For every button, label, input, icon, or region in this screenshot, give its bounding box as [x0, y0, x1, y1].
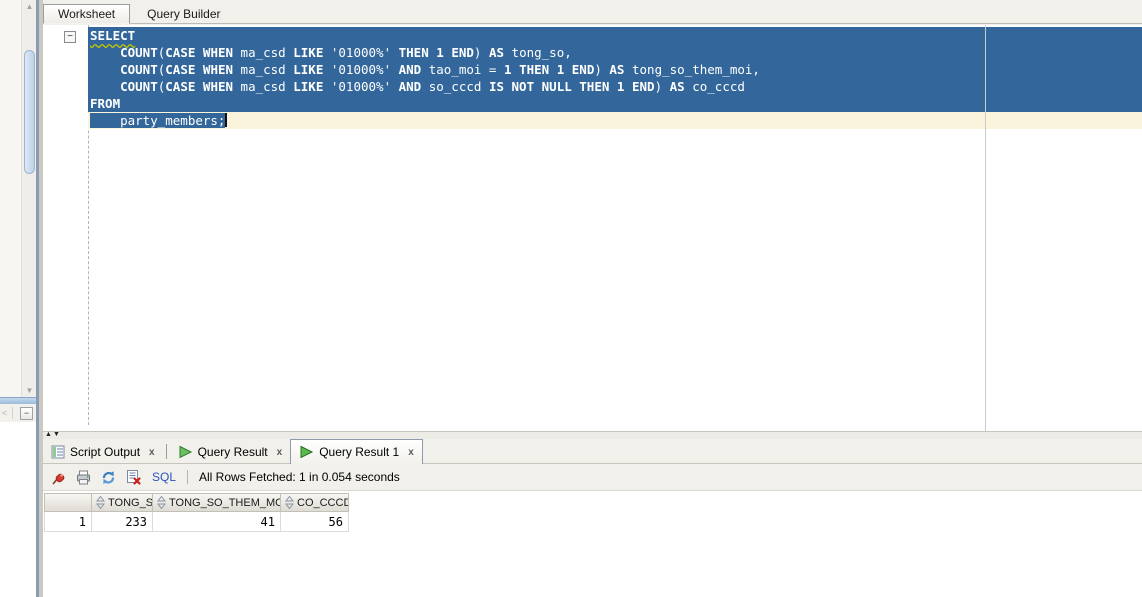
clear-script-icon[interactable] — [125, 469, 142, 486]
sql-line-3[interactable]: COUNT(CASE WHEN ma_csd LIKE '01000%' AND… — [88, 61, 1142, 78]
left-panel-splitter[interactable] — [0, 397, 36, 404]
sql-code-area[interactable]: SELECT COUNT(CASE WHEN ma_csd LIKE '0100… — [43, 27, 1142, 129]
query-result-icon — [300, 445, 314, 459]
results-panel: Script Output x Query Result x Query Res… — [43, 439, 1142, 597]
grid-body: 1 233 41 56 — [44, 512, 1142, 532]
scroll-down-icon[interactable]: ▼ — [22, 384, 37, 397]
sql-button[interactable]: SQL — [152, 470, 176, 484]
cell-tong_so[interactable]: 233 — [92, 512, 153, 532]
results-toolbar: SQL All Rows Fetched: 1 in 0.054 seconds — [43, 464, 1142, 491]
text-caret — [225, 113, 228, 127]
rows-fetched-status: All Rows Fetched: 1 in 0.054 seconds — [199, 470, 400, 484]
column-header-tong_so_them_moi[interactable]: TONG_SO_THEM_MOI — [153, 493, 281, 512]
column-header-tong_so[interactable]: TONG_SO — [92, 493, 153, 512]
pin-icon[interactable] — [50, 469, 67, 486]
scroll-up-icon[interactable]: ▲ — [22, 0, 37, 13]
row-number-cell[interactable]: 1 — [44, 512, 92, 532]
column-header-co_cccd[interactable]: CO_CCCD — [281, 493, 349, 512]
print-icon[interactable] — [75, 469, 92, 486]
scrollbar-thumb[interactable] — [24, 50, 35, 174]
sql-line-4[interactable]: COUNT(CASE WHEN ma_csd LIKE '01000%' AND… — [88, 78, 1142, 95]
worksheet-tabbar: Worksheet Query Builder — [43, 0, 1142, 24]
tab-label: Query Result 1 — [319, 445, 400, 459]
worksheet-pane: Worksheet Query Builder − SELECT COUNT(C… — [43, 0, 1142, 597]
refresh-icon[interactable] — [100, 469, 117, 486]
tab-query-result-1[interactable]: Query Result 1 x — [290, 439, 423, 464]
right-margin-guide — [985, 25, 986, 431]
results-tabbar: Script Output x Query Result x Query Res… — [43, 439, 1142, 464]
column-header-label: TONG_SO_THEM_MOI — [169, 496, 281, 509]
left-vertical-scrollbar[interactable]: ▲ ▼ — [21, 0, 36, 397]
sort-icon[interactable] — [285, 496, 294, 509]
tab-script-output[interactable]: Script Output x — [43, 441, 163, 463]
sql-line-5[interactable]: FROM — [88, 95, 1142, 112]
close-icon[interactable]: x — [149, 447, 155, 458]
grid-header-row: TONG_SO TONG_SO_THEM_MOI CO_CCCD — [44, 493, 1142, 512]
tab-worksheet[interactable]: Worksheet — [43, 4, 131, 24]
divider — [12, 407, 13, 419]
tab-query-builder[interactable]: Query Builder — [130, 4, 237, 24]
tab-label: Query Result — [197, 445, 268, 459]
table-row-1: 1 233 41 56 — [44, 512, 1142, 532]
minimize-panel-button[interactable]: − — [20, 407, 33, 420]
sql-editor[interactable]: − SELECT COUNT(CASE WHEN ma_csd LIKE '01… — [43, 25, 1142, 431]
row-number-header — [44, 493, 92, 512]
splitter-arrows[interactable]: ▲▼ — [45, 431, 61, 439]
toolbar-separator — [187, 470, 189, 484]
close-icon[interactable]: x — [408, 447, 414, 458]
editor-results-splitter[interactable]: ▲▼ — [43, 431, 1142, 439]
tab-separator — [165, 444, 167, 459]
cell-tong_so_them_moi[interactable]: 41 — [153, 512, 281, 532]
code-fold-toggle[interactable]: − — [64, 31, 76, 43]
script-output-icon — [51, 445, 65, 459]
sort-icon[interactable] — [157, 496, 166, 509]
sort-icon[interactable] — [96, 496, 105, 509]
sql-line-6[interactable]: party_members; — [88, 112, 1142, 129]
splitter-down-icon[interactable]: ▼ — [53, 431, 61, 438]
left-panel-background — [0, 0, 21, 397]
cell-co_cccd[interactable]: 56 — [281, 512, 349, 532]
result-grid: TONG_SO TONG_SO_THEM_MOI CO_CCCD 1233415… — [44, 493, 1142, 532]
column-header-label: CO_CCCD — [297, 496, 349, 509]
splitter-up-icon[interactable]: ▲ — [45, 431, 53, 438]
sql-developer-worksheet-window: ▲ ▼ < − Worksheet Query Builder − SELECT… — [0, 0, 1142, 597]
left-panel-body — [0, 422, 36, 597]
left-side-strip: ▲ ▼ < − — [0, 0, 43, 597]
tab-label: Script Output — [70, 445, 141, 459]
column-header-label: TONG_SO — [108, 496, 153, 509]
sql-line-1[interactable]: SELECT — [88, 27, 1142, 44]
sql-line-2[interactable]: COUNT(CASE WHEN ma_csd LIKE '01000%' THE… — [88, 44, 1142, 61]
tab-scroll-left-icon[interactable]: < — [2, 408, 7, 418]
left-panel-mini-toolbar: < − — [0, 404, 36, 422]
close-icon[interactable]: x — [277, 447, 283, 458]
query-result-icon — [179, 445, 192, 459]
tab-query-result[interactable]: Query Result x — [170, 441, 291, 463]
